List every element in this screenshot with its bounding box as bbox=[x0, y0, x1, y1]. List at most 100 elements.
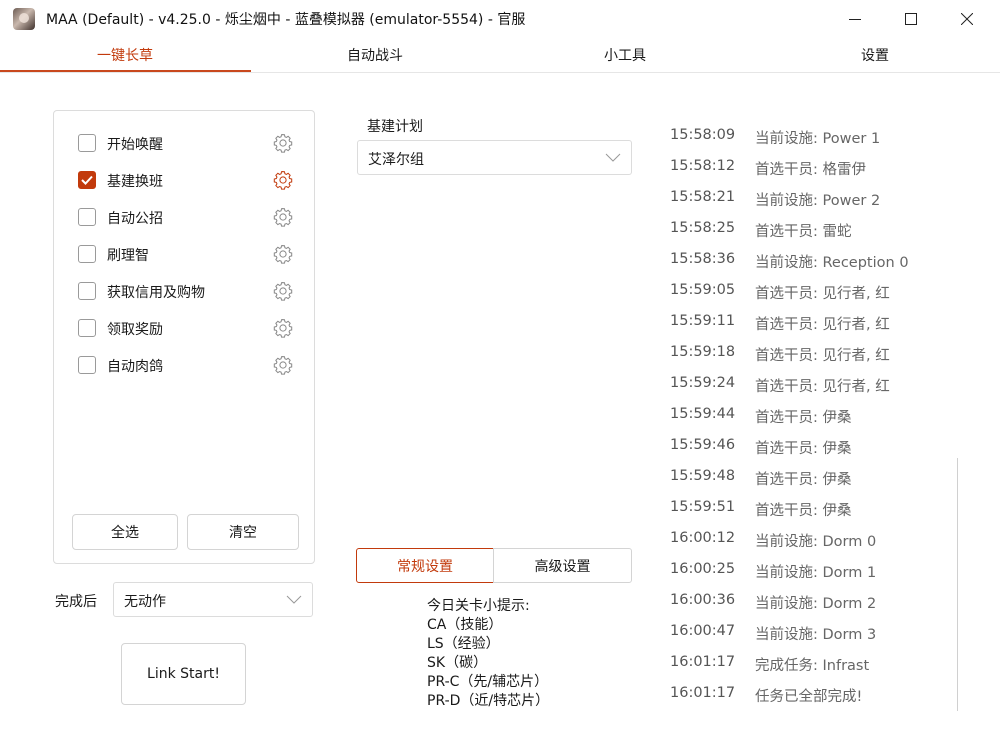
log-message: 当前设施: Power 2 bbox=[755, 193, 881, 209]
maximize-icon bbox=[905, 13, 917, 25]
log-message: 当前设施: Dorm 3 bbox=[755, 627, 877, 643]
log-time: 15:59:48 bbox=[670, 468, 736, 484]
task-checkbox[interactable] bbox=[78, 282, 96, 300]
tip-line: SK（碳） bbox=[427, 655, 488, 671]
title-bar: MAA (Default) - v4.25.0 - 烁尘烟中 - 蓝叠模拟器 (… bbox=[0, 0, 1000, 38]
log-message: 首选干员: 格雷伊 bbox=[755, 162, 866, 178]
task-label: 刷理智 bbox=[107, 248, 149, 264]
link-start-button[interactable]: Link Start! bbox=[121, 643, 246, 705]
dropdown-value: 无动作 bbox=[124, 594, 166, 610]
task-item-roguelike[interactable]: 自动肉鸽 bbox=[78, 354, 298, 378]
log-message: 首选干员: 见行者, 红 bbox=[755, 317, 890, 333]
tip-line: CA（技能） bbox=[427, 617, 503, 633]
log-time: 15:59:51 bbox=[670, 499, 736, 515]
task-checkbox[interactable] bbox=[78, 171, 96, 189]
task-item-wakeup[interactable]: 开始唤醒 bbox=[78, 132, 298, 156]
tab-tools[interactable]: 小工具 bbox=[500, 38, 750, 72]
infrast-plan-dropdown[interactable]: 艾泽尔组 bbox=[357, 140, 632, 175]
tab-auto-battle[interactable]: 自动战斗 bbox=[250, 38, 500, 72]
log-message: 当前设施: Power 1 bbox=[755, 131, 881, 147]
app-icon bbox=[13, 8, 35, 30]
task-label: 获取信用及购物 bbox=[107, 285, 205, 301]
close-button[interactable] bbox=[944, 0, 990, 38]
log-time: 16:01:17 bbox=[670, 685, 736, 701]
minimize-button[interactable] bbox=[832, 0, 878, 38]
log-time: 16:01:17 bbox=[670, 654, 736, 670]
log-message: 当前设施: Dorm 1 bbox=[755, 565, 877, 581]
task-checkbox[interactable] bbox=[78, 134, 96, 152]
gear-icon[interactable] bbox=[272, 169, 294, 191]
tab-divider bbox=[0, 72, 1000, 73]
log-time: 16:00:47 bbox=[670, 623, 736, 639]
check-icon bbox=[81, 175, 93, 185]
log-message: 当前设施: Dorm 2 bbox=[755, 596, 877, 612]
task-item-rewards[interactable]: 领取奖励 bbox=[78, 317, 298, 341]
stage-tips: 今日关卡小提示: CA（技能） LS（经验） SK（碳） PR-C（先/辅芯片）… bbox=[427, 597, 549, 711]
tab-farming[interactable]: 一键长草 bbox=[0, 38, 250, 72]
task-item-credit-shop[interactable]: 获取信用及购物 bbox=[78, 280, 298, 304]
task-checkbox[interactable] bbox=[78, 245, 96, 263]
log-time: 15:59:11 bbox=[670, 313, 736, 329]
task-label: 开始唤醒 bbox=[107, 137, 163, 153]
task-label: 基建换班 bbox=[107, 174, 163, 190]
chevron-down-icon bbox=[286, 595, 302, 604]
task-label: 自动公招 bbox=[107, 211, 163, 227]
log-message: 首选干员: 伊桑 bbox=[755, 441, 852, 457]
log-time: 15:58:36 bbox=[670, 251, 736, 267]
log-message: 任务已全部完成! bbox=[755, 689, 863, 705]
log-time: 15:58:25 bbox=[670, 220, 736, 236]
log-time: 15:59:18 bbox=[670, 344, 736, 360]
log-time: 15:59:24 bbox=[670, 375, 736, 391]
chevron-down-icon bbox=[605, 153, 621, 162]
task-item-infrast[interactable]: 基建换班 bbox=[78, 169, 298, 193]
gear-icon[interactable] bbox=[272, 280, 294, 302]
clear-button[interactable]: 清空 bbox=[187, 514, 299, 550]
log-message: 当前设施: Reception 0 bbox=[755, 255, 909, 271]
log-message: 首选干员: 见行者, 红 bbox=[755, 348, 890, 364]
log-time: 15:58:21 bbox=[670, 189, 736, 205]
minimize-icon bbox=[849, 19, 861, 20]
tab-normal-settings[interactable]: 常规设置 bbox=[356, 548, 494, 583]
select-all-button[interactable]: 全选 bbox=[72, 514, 178, 550]
log-time: 15:58:12 bbox=[670, 158, 736, 174]
gear-icon[interactable] bbox=[272, 354, 294, 376]
log-message: 首选干员: 见行者, 红 bbox=[755, 379, 890, 395]
infrast-plan-label: 基建计划 bbox=[367, 119, 423, 135]
tip-line: LS（经验） bbox=[427, 636, 500, 652]
close-icon bbox=[961, 13, 973, 25]
log-time: 15:59:05 bbox=[670, 282, 736, 298]
gear-icon[interactable] bbox=[272, 206, 294, 228]
log-scrollbar[interactable] bbox=[957, 458, 958, 711]
tip-line: PR-D（近/特芯片） bbox=[427, 693, 550, 709]
log-time: 16:00:25 bbox=[670, 561, 736, 577]
log-time: 16:00:36 bbox=[670, 592, 736, 608]
task-checkbox[interactable] bbox=[78, 208, 96, 226]
log-message: 首选干员: 雷蛇 bbox=[755, 224, 852, 240]
tips-title: 今日关卡小提示: bbox=[427, 598, 530, 614]
task-label: 自动肉鸽 bbox=[107, 359, 163, 375]
tip-line: PR-C（先/辅芯片） bbox=[427, 674, 549, 690]
tab-advanced-settings[interactable]: 高级设置 bbox=[493, 548, 632, 583]
gear-icon[interactable] bbox=[272, 132, 294, 154]
maximize-button[interactable] bbox=[888, 0, 934, 38]
log-time: 16:00:12 bbox=[670, 530, 736, 546]
gear-icon[interactable] bbox=[272, 243, 294, 265]
task-checkbox[interactable] bbox=[78, 319, 96, 337]
log-panel: 15:58:09 当前设施: Power 1 15:58:12 首选干员: 格雷伊 15… bbox=[670, 96, 970, 716]
task-checkbox[interactable] bbox=[78, 356, 96, 374]
gear-icon[interactable] bbox=[272, 317, 294, 339]
log-message: 首选干员: 伊桑 bbox=[755, 410, 852, 426]
log-message: 完成任务: Infrast bbox=[755, 658, 870, 674]
task-item-sanity[interactable]: 刷理智 bbox=[78, 243, 298, 267]
log-message: 当前设施: Dorm 0 bbox=[755, 534, 877, 550]
after-complete-dropdown[interactable]: 无动作 bbox=[113, 582, 313, 617]
dropdown-value: 艾泽尔组 bbox=[368, 152, 424, 168]
task-label: 领取奖励 bbox=[107, 322, 163, 338]
log-time: 15:59:44 bbox=[670, 406, 736, 422]
log-time: 15:59:46 bbox=[670, 437, 736, 453]
log-message: 首选干员: 伊桑 bbox=[755, 503, 852, 519]
log-message: 首选干员: 伊桑 bbox=[755, 472, 852, 488]
tab-settings[interactable]: 设置 bbox=[750, 38, 1000, 72]
after-complete-label: 完成后 bbox=[55, 594, 97, 610]
task-item-recruit[interactable]: 自动公招 bbox=[78, 206, 298, 230]
